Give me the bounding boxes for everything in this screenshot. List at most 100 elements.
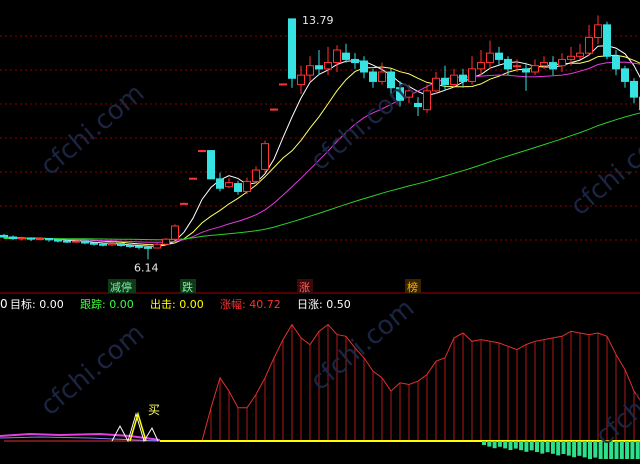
candle-body xyxy=(145,247,152,248)
histogram-bar xyxy=(503,441,507,448)
candle-body xyxy=(190,178,197,179)
candle-body xyxy=(262,144,269,170)
candle-body xyxy=(478,63,485,69)
histogram-bar xyxy=(625,441,629,459)
candle-body xyxy=(523,69,530,72)
candle-body xyxy=(91,243,98,244)
histogram-bar xyxy=(583,441,587,457)
candle-body xyxy=(1,235,8,237)
candle-body xyxy=(586,37,593,53)
candle-body xyxy=(613,56,620,69)
indicator-prefix: 0 xyxy=(0,297,8,311)
candle-body xyxy=(424,91,431,110)
candle-body xyxy=(604,25,611,56)
marker-label: 榜 xyxy=(407,280,418,294)
histogram-bar xyxy=(572,441,576,457)
stock-chart: 减停跌涨榜 目标: 0.00跟踪: 0.00出击: 0.00涨幅: 40.72日… xyxy=(0,0,640,460)
candle-body xyxy=(73,241,80,242)
candle-body xyxy=(64,241,71,242)
candle-body xyxy=(361,61,368,72)
histogram-bar xyxy=(556,441,560,455)
candle-body xyxy=(379,72,386,81)
marker-label: 跌 xyxy=(182,280,193,294)
histogram-bar xyxy=(546,441,550,452)
candle-body xyxy=(352,59,359,62)
candle-body xyxy=(136,246,143,247)
candle-body xyxy=(217,179,224,188)
candle-body xyxy=(19,238,26,239)
candle-body xyxy=(181,203,188,204)
candle-body xyxy=(370,72,377,81)
indicator-legend-item: 日涨: 0.50 xyxy=(297,298,351,311)
candle-body xyxy=(10,237,17,239)
candle-body xyxy=(496,53,503,59)
candle-body xyxy=(559,59,566,65)
candle-body xyxy=(631,81,638,97)
candle-body xyxy=(55,240,62,241)
candle-body xyxy=(244,181,251,191)
histogram-bar xyxy=(535,441,539,452)
marker-label: 减停 xyxy=(110,280,132,294)
histogram-bar xyxy=(567,441,571,456)
histogram-bar xyxy=(540,441,544,454)
candle-body xyxy=(568,56,575,59)
histogram-bar xyxy=(498,441,502,447)
candle-body xyxy=(433,78,440,91)
candle-body xyxy=(208,151,215,179)
candle-body xyxy=(46,239,53,240)
candle-body xyxy=(235,184,242,192)
candle-body xyxy=(199,151,206,152)
signal-markers: 减停 跌 涨 榜 xyxy=(108,279,421,294)
histogram-bar xyxy=(593,441,597,458)
candle-body xyxy=(316,66,323,69)
candle-body xyxy=(226,183,233,187)
candle-body xyxy=(577,53,584,56)
candle-body xyxy=(442,78,449,84)
histogram-bar xyxy=(514,441,518,449)
indicator-legend-item: 跟踪: 0.00 xyxy=(80,297,134,311)
histogram-bar xyxy=(487,441,491,447)
histogram-bar xyxy=(530,441,534,450)
candle-body xyxy=(271,109,278,110)
histogram-bar xyxy=(636,441,640,459)
candle-body xyxy=(451,75,458,84)
indicator-legend-item: 出击: 0.00 xyxy=(150,297,204,311)
candle-body xyxy=(307,66,314,75)
histogram-bar xyxy=(519,441,523,450)
candle-body xyxy=(154,244,161,248)
candle-body xyxy=(550,63,557,69)
histogram-bar xyxy=(482,441,486,445)
candle-body xyxy=(514,66,521,67)
candle-body xyxy=(487,53,494,62)
candle-body xyxy=(109,244,116,245)
candle-body xyxy=(82,241,89,243)
candle-body xyxy=(127,245,134,246)
candle-body xyxy=(280,84,287,85)
candle-body xyxy=(595,25,602,38)
candle-body xyxy=(172,226,179,239)
histogram-bar xyxy=(630,441,634,459)
candle-body xyxy=(163,239,170,244)
histogram-bar xyxy=(588,441,592,459)
histogram-bar xyxy=(577,441,581,456)
candle-body xyxy=(505,59,512,68)
high-price-label: 13.79 xyxy=(302,14,334,27)
marker-label: 涨 xyxy=(299,281,310,294)
histogram-bar xyxy=(551,441,555,454)
candle-body xyxy=(541,63,548,66)
candle-body xyxy=(253,170,260,181)
candle-body xyxy=(37,239,44,240)
histogram-bar xyxy=(493,441,497,448)
candle-body xyxy=(532,66,539,72)
candle-body xyxy=(298,75,305,84)
histogram-bar xyxy=(524,441,528,452)
candle-body xyxy=(622,69,629,82)
candle-body xyxy=(343,53,350,59)
candle-body xyxy=(100,244,107,245)
histogram-bar xyxy=(509,441,513,450)
candle-body xyxy=(469,69,476,82)
buy-signal-label: 买 xyxy=(148,403,160,417)
candle-body xyxy=(334,50,341,63)
candle-body xyxy=(325,63,332,69)
indicator-legend-item: 涨幅: 40.72 xyxy=(220,298,281,311)
